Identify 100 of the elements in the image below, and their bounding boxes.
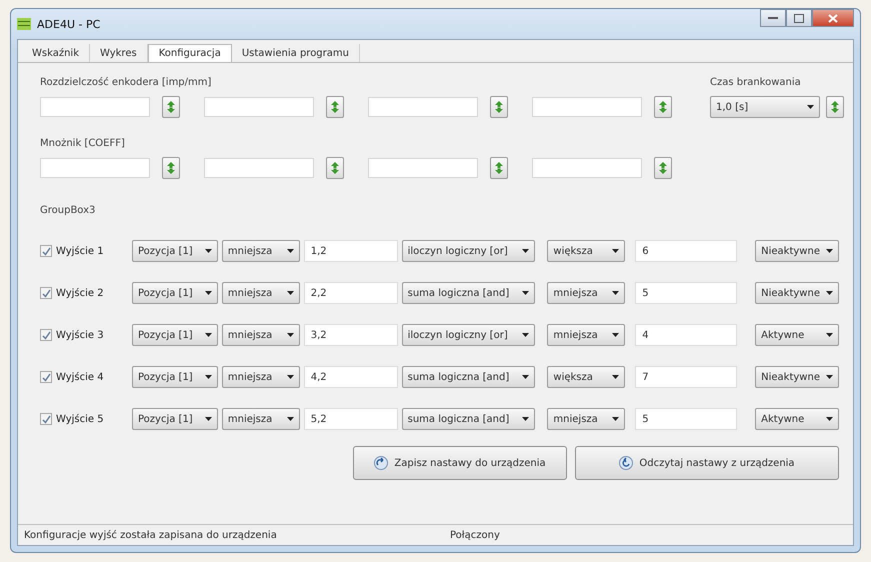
dropdown[interactable]: mniejsza [222, 366, 300, 388]
dropdown[interactable]: iloczyn logiczny [or] [402, 240, 536, 262]
arrows-icon [165, 100, 177, 114]
caret-icon [522, 375, 530, 379]
send-button[interactable] [162, 96, 180, 118]
action-button[interactable]: Odczytaj nastawy z urządzenia [575, 446, 839, 480]
caret-icon [826, 417, 834, 421]
dropdown[interactable]: Nieaktywne [755, 240, 840, 262]
dropdown[interactable]: suma logiczna [and] [402, 408, 536, 430]
dropdown[interactable]: 1,0 [s] [710, 96, 820, 118]
input-field[interactable]: 6 [635, 240, 738, 262]
dropdown[interactable]: Nieaktywne [755, 366, 840, 388]
dropdown[interactable]: mniejsza [222, 240, 300, 262]
input-field[interactable]: 5,2 [304, 408, 398, 430]
check-icon [42, 330, 50, 340]
dropdown[interactable]: mniejsza [547, 282, 626, 304]
checkbox-label: Wyjście 3 [56, 330, 104, 340]
dropdown[interactable]: Pozycja [1] [132, 408, 218, 430]
checkbox-label: Wyjście 2 [56, 288, 104, 298]
arrows-icon [329, 161, 341, 175]
checkbox[interactable] [40, 329, 52, 341]
send-button[interactable] [826, 96, 844, 118]
input-field[interactable]: 5 [635, 408, 738, 430]
dropdown[interactable]: Aktywne [755, 408, 840, 430]
maximize-icon [794, 14, 804, 22]
dropdown[interactable]: mniejsza [222, 282, 300, 304]
check-icon [42, 372, 50, 382]
dropdown[interactable]: Aktywne [755, 324, 840, 346]
caret-icon [522, 249, 530, 253]
arrows-icon [165, 161, 177, 175]
input-field[interactable]: 7 [635, 366, 738, 388]
dropdown[interactable]: mniejsza [222, 324, 300, 346]
checkbox[interactable] [40, 245, 52, 257]
send-button[interactable] [490, 157, 508, 179]
checkbox[interactable] [40, 413, 52, 425]
dropdown[interactable]: Nieaktywne [755, 282, 840, 304]
send-button[interactable] [654, 157, 672, 179]
input-field[interactable] [40, 158, 150, 178]
caret-icon [286, 375, 294, 379]
checkbox[interactable] [40, 371, 52, 383]
caret-icon [612, 291, 620, 295]
caret-icon [204, 333, 212, 337]
arrows-icon [329, 100, 341, 114]
caret-icon [612, 375, 620, 379]
dropdown[interactable]: suma logiczna [and] [402, 282, 536, 304]
caret-icon [826, 333, 834, 337]
action-button[interactable]: Zapisz nastawy do urządzenia [353, 446, 567, 480]
tab[interactable]: Ustawienia programu [232, 44, 360, 62]
caret-icon [286, 249, 294, 253]
checkbox[interactable] [40, 287, 52, 299]
close-icon [828, 14, 838, 22]
input-field[interactable] [40, 97, 150, 117]
close-button[interactable] [812, 9, 854, 27]
dropdown[interactable]: Pozycja [1] [132, 366, 218, 388]
arrows-icon [657, 100, 669, 114]
dropdown[interactable]: mniejsza [547, 408, 626, 430]
caret-icon [826, 291, 834, 295]
input-field[interactable] [532, 97, 642, 117]
input-field[interactable]: 4 [635, 324, 738, 346]
send-button[interactable] [326, 96, 344, 118]
send-button[interactable] [162, 157, 180, 179]
dropdown[interactable]: Pozycja [1] [132, 324, 218, 346]
input-field[interactable]: 3,2 [304, 324, 398, 346]
input-field[interactable] [204, 158, 314, 178]
input-field[interactable] [532, 158, 642, 178]
caret-icon [286, 291, 294, 295]
input-field[interactable]: 5 [635, 282, 738, 304]
dropdown[interactable]: większa [547, 240, 626, 262]
dropdown[interactable]: mniejsza [547, 324, 626, 346]
input-field[interactable] [368, 158, 478, 178]
check-icon [42, 414, 50, 424]
minimize-icon [768, 16, 778, 20]
dropdown[interactable]: Pozycja [1] [132, 240, 218, 262]
caret-icon [522, 291, 530, 295]
maximize-button[interactable] [786, 9, 812, 27]
minimize-button[interactable] [760, 9, 786, 27]
tab[interactable]: Konfiguracja [148, 44, 232, 62]
dropdown[interactable]: większa [547, 366, 626, 388]
checkbox-label: Wyjście 5 [56, 414, 104, 424]
dropdown[interactable]: iloczyn logiczny [or] [402, 324, 536, 346]
caret-icon [826, 375, 834, 379]
input-field[interactable]: 1,2 [304, 240, 398, 262]
input-field[interactable]: 4,2 [304, 366, 398, 388]
dropdown[interactable]: suma logiczna [and] [402, 366, 536, 388]
dropdown[interactable]: Pozycja [1] [132, 282, 218, 304]
checkbox-label: Wyjście 4 [56, 372, 104, 382]
send-button[interactable] [326, 157, 344, 179]
caret-icon [204, 249, 212, 253]
group-title: GroupBox3 [40, 205, 96, 216]
send-button[interactable] [490, 96, 508, 118]
input-field[interactable] [204, 97, 314, 117]
caret-icon [826, 249, 834, 253]
send-button[interactable] [654, 96, 672, 118]
caret-icon [807, 105, 814, 109]
status-text: Połączony [450, 530, 500, 540]
dropdown[interactable]: mniejsza [222, 408, 300, 430]
tab[interactable]: Wskaźnik [22, 44, 90, 62]
check-icon [42, 288, 50, 298]
input-field[interactable]: 2,2 [304, 282, 398, 304]
input-field[interactable] [368, 97, 478, 117]
